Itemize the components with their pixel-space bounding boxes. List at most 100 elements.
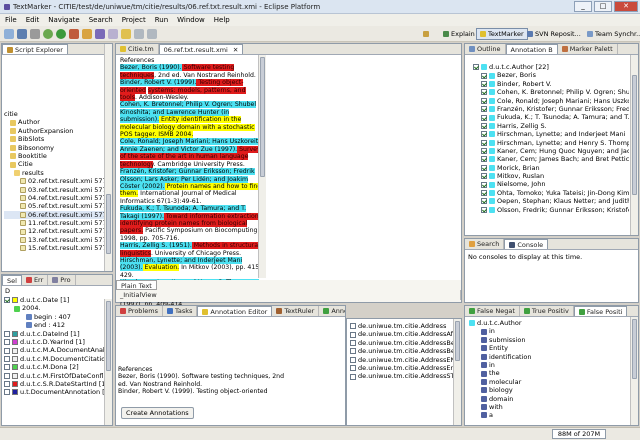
annotated-span[interactable]: Evaluation. (142, 264, 180, 272)
tab-false-positives[interactable]: False Positi (573, 306, 628, 316)
checkbox[interactable] (4, 372, 10, 379)
fp-item[interactable]: in (469, 327, 638, 335)
checkbox[interactable] (4, 297, 10, 304)
annotation-item[interactable]: Kaner, Cem; James Bach; and Bret Pettich… (473, 155, 629, 163)
tree-item-file[interactable]: 03.ref.txt.result.xmi 577 24. (4, 186, 104, 194)
checkbox[interactable] (481, 139, 487, 146)
tree-item-file[interactable]: 12.ref.txt.result.xmi 577 24. (4, 227, 104, 235)
checkbox[interactable] (481, 80, 487, 87)
external-tools-icon[interactable] (69, 28, 79, 39)
annotation-item[interactable]: Franzén, Kristofer; Gunnar Eriksson; Fre… (473, 105, 629, 113)
sel-item-date[interactable]: d.u.t.c.Date [1] (4, 296, 112, 304)
run-icon[interactable] (56, 28, 66, 39)
sel-item-docanalysis[interactable]: d.u.t.c.M.A.DocumentAnalysi (4, 346, 112, 354)
type-item[interactable]: de.uniwue.tm.citie.AddressBeforeF (350, 339, 461, 347)
tab-tasks[interactable]: Tasks (163, 306, 198, 316)
checkbox[interactable] (4, 355, 10, 362)
tab-selection[interactable]: Sel (2, 275, 22, 285)
checkbox[interactable] (350, 331, 356, 338)
checkbox[interactable] (481, 181, 487, 188)
menu-project[interactable]: Project (122, 16, 146, 24)
tree-item-citie-folder[interactable]: Citie (4, 160, 104, 168)
document-scrollbar[interactable] (258, 55, 266, 278)
tab-plain-text[interactable]: Plain Text (116, 280, 157, 290)
fp-item[interactable]: molecular (469, 378, 638, 386)
fp-item[interactable]: biology (469, 386, 638, 394)
evaluation-scrollbar[interactable] (630, 317, 638, 425)
debug-icon[interactable] (43, 28, 53, 39)
tab-console[interactable]: Console (504, 239, 549, 249)
checkbox[interactable] (481, 89, 487, 96)
tab-error-log[interactable]: Err (22, 275, 49, 285)
fp-item[interactable]: domain (469, 395, 638, 403)
annotation-item[interactable]: Kaner, Cem; Hung Quoc Nguyen; and Jack F… (473, 147, 629, 155)
checkbox[interactable] (4, 389, 10, 396)
tree-item-bibslots[interactable]: BibSlots (4, 135, 104, 143)
tab-annotation-test[interactable]: Annotation Test (319, 306, 345, 316)
tree-item-bibsonomy[interactable]: Bibsonomy (4, 144, 104, 152)
checkbox[interactable] (4, 364, 10, 371)
sel-item-date-value[interactable]: 2004. (4, 304, 112, 312)
annotation-root[interactable]: d.u.t.c.Author [22] (473, 63, 629, 71)
annotation-item[interactable]: Nielsome, John (473, 180, 629, 188)
tab-annotation-browser[interactable]: Annotation B (505, 44, 558, 54)
menu-help[interactable]: Help (214, 16, 230, 24)
menu-file[interactable]: File (5, 16, 17, 24)
close-button[interactable]: ✕ (614, 1, 638, 12)
annotation-item[interactable]: Fukuda, K.; T. Tsunoda; A. Tamura; and T… (473, 113, 629, 121)
tree-item-file[interactable]: 04.ref.txt.result.xmi 577 24. (4, 194, 104, 202)
sel-item-firstofdate[interactable]: d.u.t.c.M.FirstOfDateConflicte (4, 372, 112, 380)
script-explorer-scrollbar[interactable] (104, 44, 112, 271)
close-tab-icon[interactable]: ✕ (233, 45, 238, 55)
annotated-span[interactable]: Binder, Robert V. (1999). (120, 79, 197, 87)
fp-item[interactable]: Entity (469, 344, 638, 352)
type-item[interactable]: de.uniwue.tm.citie.AddressEND (350, 356, 461, 364)
annotation-item[interactable]: Binder, Robert V. (473, 80, 629, 88)
annotation-editor-refs[interactable]: References Bezer, Boris (1990). Software… (118, 366, 343, 396)
tab-problems[interactable]: Problems (116, 306, 163, 316)
tree-item-authorexpansion[interactable]: AuthorExpansion (4, 127, 104, 135)
open-perspective-button[interactable] (420, 28, 432, 40)
fp-item[interactable]: submission (469, 336, 638, 344)
sel-item-dona[interactable]: d.u.t.c.M.Dona [2] (4, 363, 112, 371)
checkbox[interactable] (4, 330, 10, 337)
annotate-icon[interactable] (121, 28, 131, 39)
tree-item-file[interactable]: 11.ref.txt.result.xmi 577 24. (4, 219, 104, 227)
sel-item-dateind[interactable]: d.u.t.c.DateInd [1] (4, 330, 112, 338)
perspective-team[interactable]: Team Synchr... (584, 28, 640, 40)
checkbox[interactable] (481, 173, 487, 180)
search-icon[interactable] (108, 28, 118, 39)
checkbox[interactable] (473, 64, 479, 71)
fp-root[interactable]: d.u.t.c.Author (469, 319, 638, 327)
checkbox[interactable] (350, 365, 356, 372)
annotated-span[interactable]: Bezer, Boris (1990). (120, 64, 182, 72)
fp-item[interactable]: with (469, 403, 638, 411)
annotation-item[interactable]: Cohen, K. Bretonnel; Philip V. Ogren; Sh… (473, 88, 629, 96)
type-item[interactable]: de.uniwue.tm.citie.Address (350, 322, 461, 330)
tab-search[interactable]: Search (465, 239, 505, 249)
checkbox[interactable] (481, 198, 487, 205)
tab-outline[interactable]: Outline (465, 44, 506, 54)
perspective-textmarker[interactable]: TextMarker (476, 28, 528, 40)
fp-item[interactable]: a (469, 411, 638, 419)
checkbox[interactable] (481, 97, 487, 104)
tree-item-file[interactable]: 05.ref.txt.result.xmi 577 24. (4, 202, 104, 210)
tree-item-file[interactable]: 13.ref.txt.result.xmi 577 24. (4, 236, 104, 244)
new-icon[interactable] (4, 28, 14, 39)
selection-scrollbar[interactable] (104, 299, 112, 425)
document-view[interactable]: References Bezer, Boris (1990). Software … (116, 55, 266, 324)
checkbox[interactable] (350, 323, 356, 330)
checkbox[interactable] (481, 206, 487, 213)
tab-false-negatives[interactable]: False Negat (465, 306, 520, 316)
back-icon[interactable] (134, 28, 144, 39)
annotated-span[interactable]: ISMB 2004. (156, 131, 194, 139)
type-item[interactable]: de.uniwue.tm.citie.AddressBeginSy (350, 347, 461, 355)
tab-citie-tm[interactable]: Citie.tm (116, 44, 159, 54)
checkbox[interactable] (4, 381, 10, 388)
checkbox[interactable] (4, 347, 10, 354)
print-icon[interactable] (30, 28, 40, 39)
garbage-collect-icon[interactable] (610, 431, 616, 437)
open-type-icon[interactable] (95, 28, 105, 39)
tab-result-xmi[interactable]: 06.ref.txt.result.xmi ✕ (158, 44, 244, 55)
annotation-item[interactable]: Morick, Brian (473, 164, 629, 172)
